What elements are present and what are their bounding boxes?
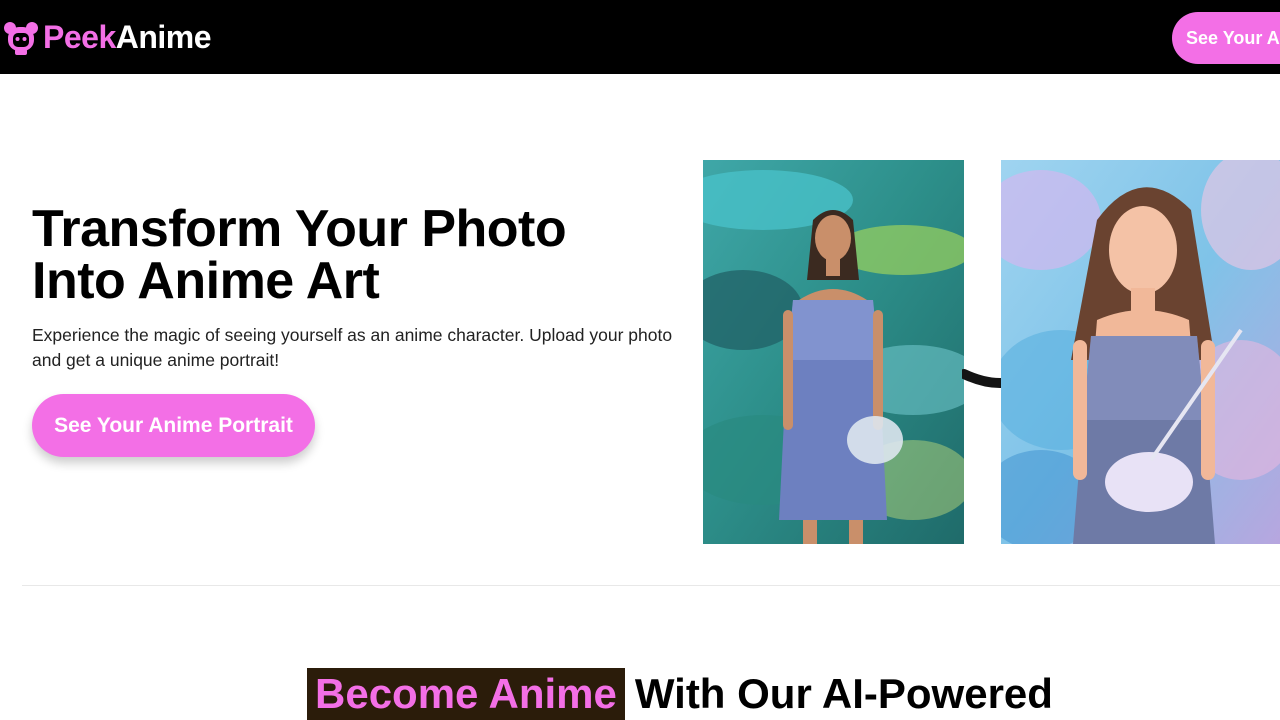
hero-subtitle: Experience the magic of seeing yourself … [32,325,673,370]
brand-name: PeekAnime [43,18,212,56]
section-heading: Become Anime With Our AI-Powered [307,668,1053,720]
anime-girl-icon [4,19,38,55]
top-navbar: PeekAnime See Your Anime Portrait [0,0,1280,74]
anime-portrait [1001,160,1280,544]
original-photo [703,160,964,544]
hero-cta-button[interactable]: See Your Anime Portrait [32,394,315,457]
hero-title: Transform Your Photo Into Anime Art [32,200,567,310]
brand-name-secondary: Anime [115,19,212,55]
section-heading-highlight: Become Anime [307,668,625,720]
brand-name-primary: Peek [43,19,116,55]
section-heading-text: With Our AI-Powered [634,670,1053,717]
brand-logo[interactable]: PeekAnime [4,18,212,56]
navbar-cta-button[interactable]: See Your Anime Portrait [1172,12,1280,64]
section-divider [22,585,1280,586]
